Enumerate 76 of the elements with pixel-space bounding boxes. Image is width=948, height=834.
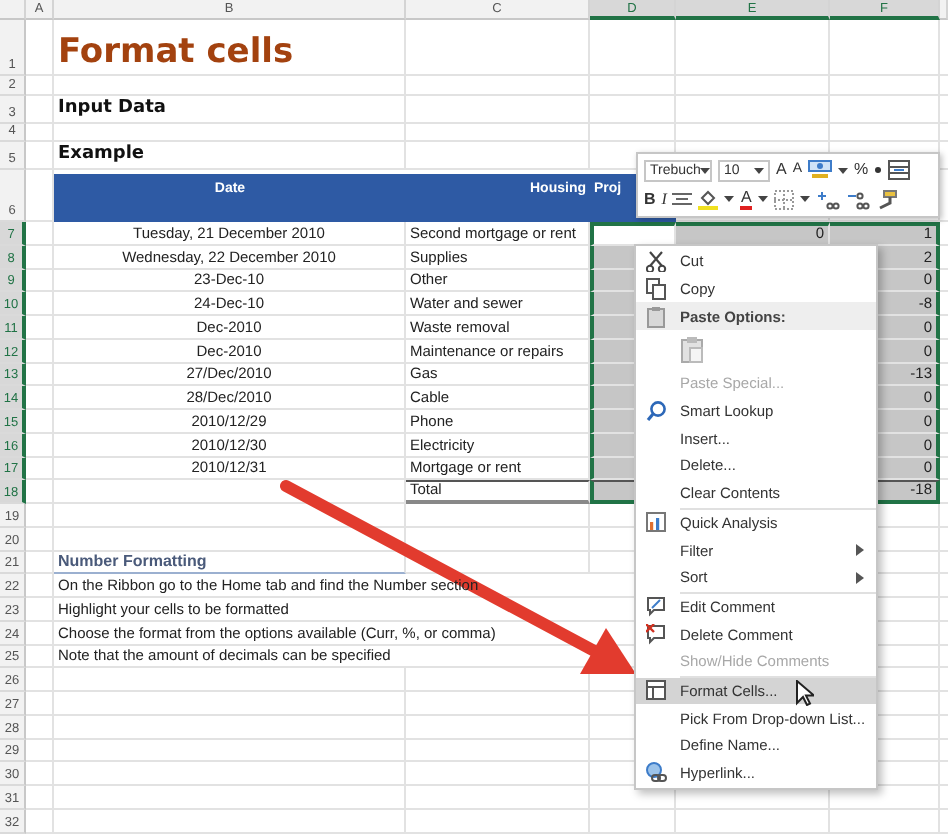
empty-cell[interactable] — [676, 124, 830, 142]
section-heading: Example — [58, 144, 145, 166]
empty-cell[interactable] — [406, 124, 590, 142]
empty-cell[interactable] — [590, 124, 676, 142]
empty-cell[interactable] — [676, 76, 830, 96]
borders-icon — [773, 189, 794, 210]
caret-icon — [838, 167, 849, 174]
empty-cell[interactable] — [676, 96, 830, 124]
bold-button[interactable]: B — [644, 189, 656, 210]
empty-cell[interactable] — [54, 668, 406, 692]
caret-icon — [724, 196, 735, 203]
selected-cell[interactable] — [590, 222, 676, 246]
money-icon — [808, 160, 833, 181]
italic-button[interactable]: I — [661, 189, 667, 210]
empty-cell[interactable] — [54, 715, 406, 739]
empty-cell[interactable] — [406, 504, 590, 528]
font-color-button[interactable]: A — [740, 189, 752, 210]
paste-icon — [680, 336, 704, 365]
caret-icon — [799, 196, 810, 203]
clipboard-icon — [645, 305, 667, 328]
caret-icon — [700, 167, 711, 174]
empty-cell[interactable] — [406, 762, 590, 786]
select-all-corner[interactable] — [0, 0, 26, 20]
align-center-icon — [672, 191, 693, 208]
empty-cell[interactable] — [676, 20, 830, 76]
brush-icon — [875, 189, 898, 210]
empty-cell[interactable] — [830, 96, 940, 124]
empty-cell[interactable] — [406, 692, 590, 716]
empty-cell[interactable] — [406, 551, 590, 575]
empty-cell[interactable] — [406, 20, 590, 76]
empty-cell[interactable] — [54, 692, 406, 716]
decrease-decimal-icon — [845, 189, 870, 210]
empty-cell[interactable] — [406, 715, 590, 739]
empty-cell[interactable] — [590, 76, 676, 96]
copy-icon — [645, 278, 667, 301]
comment-icon — [645, 595, 667, 618]
percent-button[interactable]: % — [854, 160, 869, 181]
sheet-title: Format cells — [58, 32, 294, 72]
comma-style-icon — [874, 164, 883, 177]
empty-cell[interactable] — [54, 480, 406, 504]
increase-decimal-icon — [815, 189, 840, 210]
empty-cell[interactable] — [830, 20, 940, 76]
empty-cell[interactable] — [590, 96, 676, 124]
notes-heading: Number Formatting — [58, 552, 207, 571]
grow-font-button[interactable]: A — [776, 160, 787, 181]
empty-cell[interactable] — [830, 124, 940, 142]
empty-cell[interactable] — [406, 96, 590, 124]
empty-cell[interactable] — [676, 809, 830, 833]
empty-cell[interactable] — [830, 76, 940, 96]
empty-cell[interactable] — [406, 76, 590, 96]
search-icon — [645, 400, 667, 423]
empty-cell[interactable] — [54, 527, 406, 551]
caret-icon — [757, 196, 768, 203]
empty-cell[interactable] — [54, 809, 406, 833]
empty-cell[interactable] — [54, 124, 406, 142]
empty-cell[interactable] — [54, 786, 406, 810]
empty-cell[interactable] — [406, 809, 590, 833]
mouse-pointer-icon — [796, 680, 814, 706]
grid-icon — [645, 679, 667, 702]
empty-cell[interactable] — [590, 20, 676, 76]
section-heading: Input Data — [58, 98, 166, 120]
empty-cell[interactable] — [406, 786, 590, 810]
empty-cell[interactable] — [54, 739, 406, 763]
chart-icon — [645, 511, 667, 534]
empty-cell[interactable] — [54, 504, 406, 528]
empty-cell[interactable] — [830, 809, 940, 833]
fill-color-icon — [698, 188, 719, 211]
empty-cell[interactable] — [54, 76, 406, 96]
caret-icon — [754, 167, 764, 174]
globe-link-icon — [645, 762, 667, 785]
merge-cells-icon — [888, 160, 911, 181]
scissors-icon — [645, 250, 667, 273]
empty-cell[interactable] — [590, 809, 676, 833]
delete-comment-icon — [645, 623, 667, 646]
empty-cell[interactable] — [406, 739, 590, 763]
empty-cell[interactable] — [54, 762, 406, 786]
